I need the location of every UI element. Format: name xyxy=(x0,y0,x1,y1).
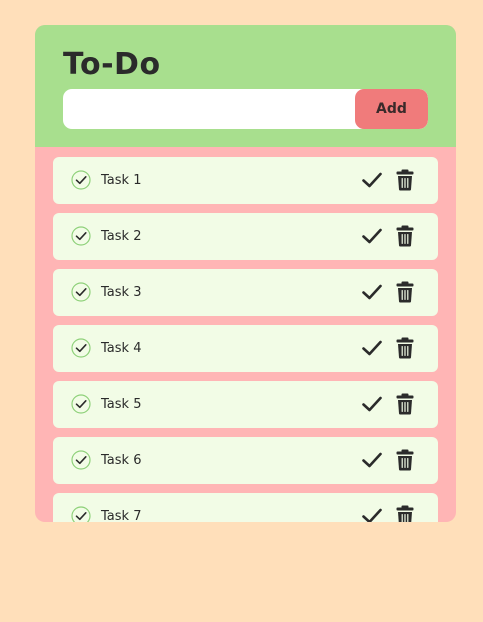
todo-header: To-Do Add xyxy=(35,25,456,147)
list-item: Task 5 xyxy=(53,381,438,428)
trash-icon[interactable] xyxy=(395,393,415,415)
check-circle-icon[interactable] xyxy=(71,170,91,190)
task-label: Task 7 xyxy=(101,509,142,522)
check-icon[interactable] xyxy=(361,282,383,302)
add-button[interactable]: Add xyxy=(355,89,428,129)
check-circle-icon[interactable] xyxy=(71,450,91,470)
list-item: Task 4 xyxy=(53,325,438,372)
trash-icon[interactable] xyxy=(395,505,415,522)
check-icon[interactable] xyxy=(361,226,383,246)
trash-icon[interactable] xyxy=(395,225,415,247)
task-label: Task 1 xyxy=(101,173,142,188)
task-label: Task 4 xyxy=(101,341,142,356)
check-icon[interactable] xyxy=(361,394,383,414)
check-circle-icon[interactable] xyxy=(71,506,91,522)
check-icon[interactable] xyxy=(361,170,383,190)
trash-icon[interactable] xyxy=(395,337,415,359)
task-label: Task 6 xyxy=(101,453,142,468)
trash-icon[interactable] xyxy=(395,169,415,191)
task-label: Task 3 xyxy=(101,285,142,300)
todo-app: To-Do Add Task 1 Task 2 Task 3 Task 4 Ta… xyxy=(35,25,456,522)
add-task-form: Add xyxy=(63,89,428,129)
page-title: To-Do xyxy=(63,47,161,82)
check-circle-icon[interactable] xyxy=(71,338,91,358)
check-circle-icon[interactable] xyxy=(71,282,91,302)
task-list: Task 1 Task 2 Task 3 Task 4 Task 5 Task … xyxy=(53,157,438,522)
check-circle-icon[interactable] xyxy=(71,394,91,414)
trash-icon[interactable] xyxy=(395,449,415,471)
trash-icon[interactable] xyxy=(395,281,415,303)
check-circle-icon[interactable] xyxy=(71,226,91,246)
check-icon[interactable] xyxy=(361,450,383,470)
list-item: Task 7 xyxy=(53,493,438,522)
task-label: Task 2 xyxy=(101,229,142,244)
list-item: Task 1 xyxy=(53,157,438,204)
check-icon[interactable] xyxy=(361,506,383,522)
task-label: Task 5 xyxy=(101,397,142,412)
check-icon[interactable] xyxy=(361,338,383,358)
list-item: Task 2 xyxy=(53,213,438,260)
task-input[interactable] xyxy=(63,89,353,129)
list-item: Task 6 xyxy=(53,437,438,484)
list-item: Task 3 xyxy=(53,269,438,316)
